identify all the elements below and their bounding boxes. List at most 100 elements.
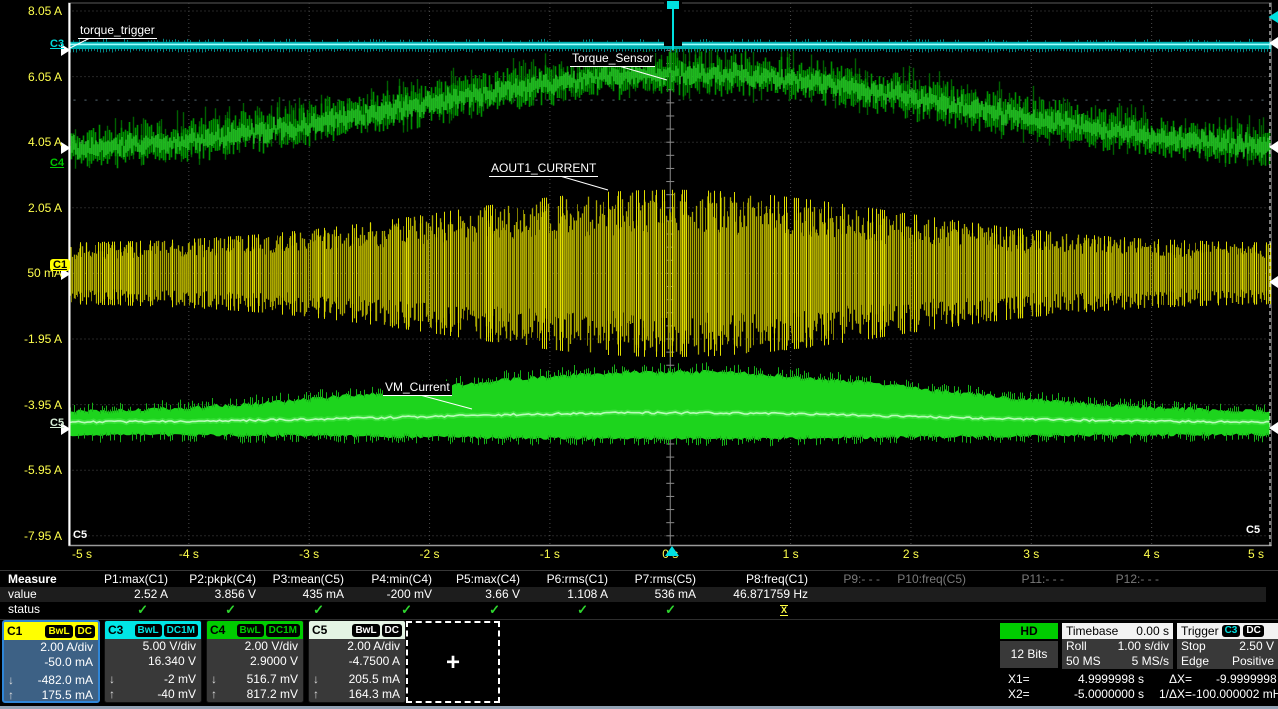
- channel-min-row: ↓-2 mV: [105, 672, 201, 687]
- x-tick-label: -5 s: [52, 547, 112, 561]
- trigger-time-marker[interactable]: [665, 546, 679, 556]
- channel-level-marker-c5[interactable]: C5: [50, 417, 64, 429]
- channel-max-row: ↑175.5 mA: [4, 688, 98, 703]
- timebase-mode: Roll: [1066, 639, 1087, 654]
- y-tick-label: -1.95 A: [0, 332, 62, 346]
- measure-param-label[interactable]: P3:mean(C5): [264, 571, 352, 587]
- channel-badge-bwl: BwL: [237, 624, 264, 637]
- arrow-down-icon: ↓: [313, 672, 319, 687]
- measure-param-label[interactable]: P10:freq(C5): [888, 571, 974, 587]
- measure-value: [888, 587, 974, 602]
- measure-column-p9[interactable]: P9:- - -: [816, 571, 888, 618]
- hd-mode-box[interactable]: HD 12 Bits: [1000, 623, 1058, 668]
- measure-column-p3[interactable]: P3:mean(C5)435 mA✓: [264, 571, 352, 618]
- channel-badge-bwl: BwL: [135, 624, 162, 637]
- measure-value: 3.66 V: [440, 587, 528, 602]
- channel-box-header: C3 BwLDC1M: [105, 621, 201, 639]
- y-tick-label: 4.05 A: [0, 135, 62, 149]
- channel-level-marker-c1[interactable]: C1: [50, 259, 70, 271]
- timebase-box[interactable]: Timebase 0.00 s Roll 1.00 s/div 50 MS 5 …: [1062, 623, 1173, 669]
- channel-box-c5[interactable]: C5BwLDC2.00 A/div-4.7500 A↓205.5 mA↑164.…: [308, 620, 406, 703]
- timebase-title: Timebase: [1066, 623, 1118, 639]
- channel-level-marker-c3[interactable]: C3: [50, 38, 64, 50]
- measure-value: 1.108 A: [528, 587, 616, 602]
- check-icon: ✓: [225, 602, 236, 617]
- channel-box-header: C5BwLDC: [309, 621, 405, 639]
- channel-box-c4[interactable]: C4BwLDC1M2.00 V/div2.9000 V↓516.7 mV↑817…: [206, 620, 304, 703]
- y-tick-label: -7.95 A: [0, 529, 62, 543]
- measure-value: 2.52 A: [88, 587, 176, 602]
- channel-badge-dc1m: DC1M: [164, 624, 198, 637]
- measure-status: ✓: [440, 602, 528, 618]
- y-tick-label: -3.95 A: [0, 398, 62, 412]
- measure-column-p1[interactable]: P1:max(C1)2.52 A✓: [88, 571, 176, 618]
- measure-value: 46.871759 Hz: [704, 587, 816, 602]
- channel-id: C3: [108, 623, 123, 637]
- trigger-slope: Positive: [1232, 654, 1274, 669]
- measure-column-p6[interactable]: P6:rms(C1)1.108 A✓: [528, 571, 616, 618]
- channel-box-c3[interactable]: C3BwLDC1M5.00 V/div16.340 V↓-2 mV↑-40 mV: [104, 620, 202, 703]
- measure-param-label[interactable]: P7:rms(C5): [616, 571, 704, 587]
- measure-column-p5[interactable]: P5:max(C4)3.66 V✓: [440, 571, 528, 618]
- channel-box-body: 2.00 V/div2.9000 V↓516.7 mV↑817.2 mV: [207, 639, 303, 702]
- channel-box-body: 2.00 A/div-50.0 mA↓-482.0 mA↑175.5 mA: [4, 640, 98, 703]
- trace-label-torque_sensor[interactable]: Torque_Sensor: [570, 52, 655, 67]
- measure-column-p7[interactable]: P7:rms(C5)536 mA✓: [616, 571, 704, 618]
- measure-column-p10[interactable]: P10:freq(C5): [888, 571, 974, 618]
- channel-badge-dc: DC: [75, 625, 95, 638]
- measure-param-label[interactable]: P12:- - -: [1072, 571, 1167, 587]
- measure-param-label[interactable]: P9:- - -: [816, 571, 888, 587]
- add-channel-box[interactable]: +: [406, 621, 500, 703]
- timebase-scale: 1.00 s/div: [1118, 639, 1169, 654]
- trigger-box[interactable]: Trigger C3 DC Stop 2.50 V Edge Positive: [1177, 623, 1278, 669]
- waveform-plot[interactable]: 8.05 A6.05 A4.05 A2.05 A50 mA-1.95 A-3.9…: [0, 0, 1278, 568]
- measure-param-label[interactable]: P5:max(C4): [440, 571, 528, 587]
- channel-min: 205.5 mA: [349, 672, 400, 686]
- channel-max: 164.3 mA: [349, 687, 400, 701]
- measure-param-label[interactable]: P2:pkpk(C4): [176, 571, 264, 587]
- measure-title: Measure: [0, 571, 88, 587]
- measure-column-p4[interactable]: P4:min(C4)-200 mV✓: [352, 571, 440, 618]
- trigger-mode: Stop: [1181, 639, 1206, 654]
- measure-value: [816, 587, 888, 602]
- measure-param-label[interactable]: P4:min(C4): [352, 571, 440, 587]
- x2-value: -5.0000000 s: [1042, 687, 1144, 702]
- x-tick-label: 1 s: [761, 547, 821, 561]
- x-tick-label: -4 s: [159, 547, 219, 561]
- channel-max: 175.5 mA: [42, 688, 93, 702]
- y-tick-label: 6.05 A: [0, 70, 62, 84]
- check-icon: ✓: [489, 602, 500, 617]
- channel-level-marker-c4[interactable]: C4: [50, 157, 64, 169]
- y-tick-label: 8.05 A: [0, 4, 62, 18]
- channel-box-c1[interactable]: C1BwLDC2.00 A/div-50.0 mA↓-482.0 mA↑175.…: [2, 620, 100, 703]
- measure-column-p12[interactable]: P12:- - -: [1072, 571, 1167, 618]
- channel-max: 817.2 mV: [247, 687, 298, 701]
- measure-status: [888, 602, 974, 618]
- measure-column-p8[interactable]: P8:freq(C1)46.871759 HzX: [704, 571, 816, 618]
- measure-table: Measure value status P1:max(C1)2.52 A✓P2…: [0, 570, 1278, 619]
- channel-min-row: ↓516.7 mV: [207, 672, 303, 687]
- x-tick-label: 4 s: [1122, 547, 1182, 561]
- measure-column-p2[interactable]: P2:pkpk(C4)3.856 V✓: [176, 571, 264, 618]
- measure-param-label[interactable]: P11:- - -: [974, 571, 1072, 587]
- channel-id: C4: [210, 623, 225, 637]
- check-icon: ✓: [137, 602, 148, 617]
- plus-icon: +: [408, 649, 498, 677]
- trace-label-vm_current[interactable]: VM_Current: [383, 381, 452, 396]
- oscilloscope-screen: 8.05 A6.05 A4.05 A2.05 A50 mA-1.95 A-3.9…: [0, 0, 1278, 709]
- trace-label-aout1_current[interactable]: AOUT1_CURRENT: [489, 162, 598, 177]
- measure-status: [974, 602, 1072, 618]
- check-icon: ✓: [577, 602, 588, 617]
- channel-scale: 2.00 V/div: [207, 639, 303, 654]
- measure-param-label[interactable]: P8:freq(C1): [704, 571, 816, 587]
- channel-max-row: ↑817.2 mV: [207, 687, 303, 702]
- measure-column-p11[interactable]: P11:- - -: [974, 571, 1072, 618]
- measure-status: [1072, 602, 1167, 618]
- measure-param-label[interactable]: P1:max(C1): [88, 571, 176, 587]
- measure-param-label[interactable]: P6:rms(C1): [528, 571, 616, 587]
- timebase-record: 50 MS: [1066, 654, 1101, 669]
- trace-label-torque_trigger[interactable]: torque_trigger: [78, 24, 157, 39]
- channel-box-body: 2.00 A/div-4.7500 A↓205.5 mA↑164.3 mA: [309, 639, 405, 702]
- measure-value: 536 mA: [616, 587, 704, 602]
- measure-status: X: [704, 602, 816, 618]
